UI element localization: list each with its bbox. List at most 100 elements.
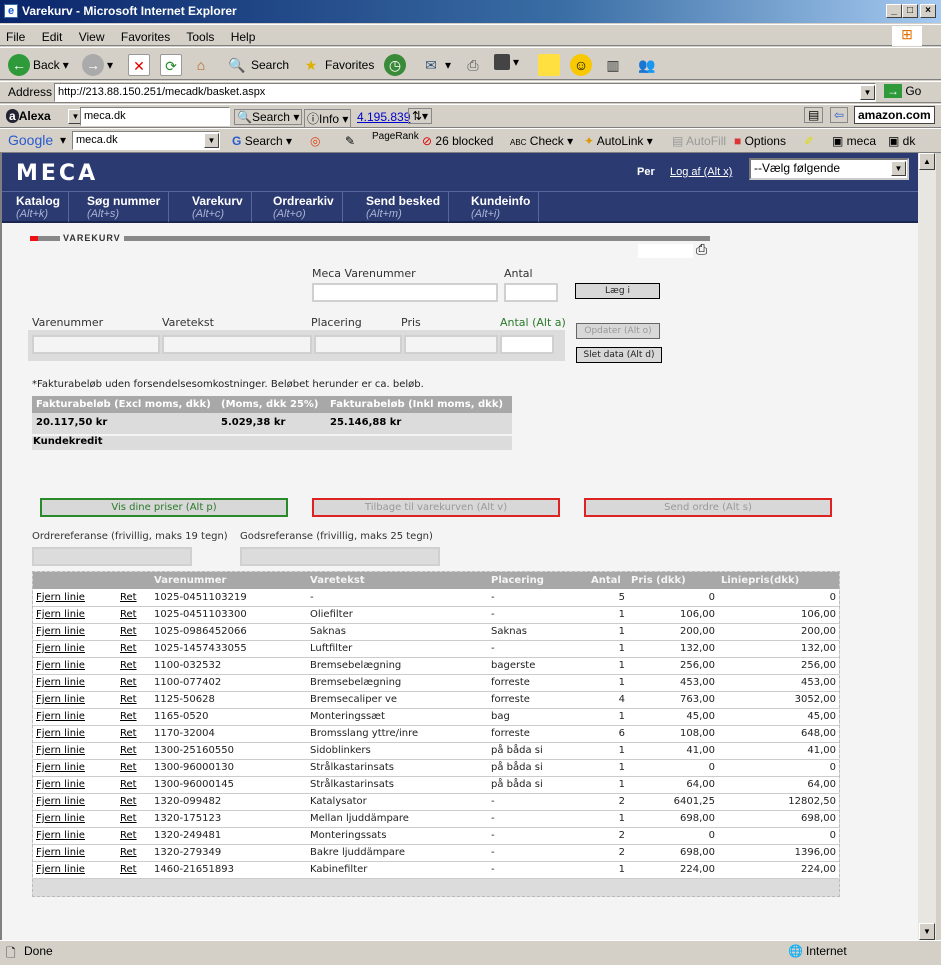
alexa-report-icon[interactable]: ▤ — [804, 107, 824, 123]
edit-line-link[interactable]: Ret — [120, 813, 137, 824]
nav-kundeinfo[interactable]: Kundeinfo (Alt+i) — [463, 192, 540, 222]
show-prices-button[interactable]: Vis dine priser (Alt p) — [40, 498, 288, 517]
address-dropdown[interactable]: ▼ — [860, 85, 875, 100]
menu-edit[interactable]: Edit — [42, 30, 63, 44]
remove-line-link[interactable]: Fjern linie — [36, 694, 85, 705]
alexa-info-button[interactable]: ⓘInfo ▾ — [304, 109, 352, 128]
remove-line-link[interactable]: Fjern linie — [36, 813, 85, 824]
back-button[interactable]: ← Back ▾ — [8, 54, 69, 76]
vertical-scrollbar[interactable]: ▲ ▼ — [918, 153, 936, 940]
amazon-button[interactable]: amazon.com — [854, 106, 935, 124]
delete-data-button[interactable]: Slet data (Alt d) — [576, 347, 662, 363]
google-search-dropdown[interactable]: ▼ — [204, 133, 219, 148]
remove-line-link[interactable]: Fjern linie — [36, 660, 85, 671]
go-button[interactable]: → Go — [884, 84, 921, 98]
edit-varenummer-input[interactable] — [32, 335, 160, 354]
edit-antal-input[interactable] — [500, 335, 554, 354]
history-button[interactable]: ◷ — [384, 54, 406, 76]
edit-line-link[interactable]: Ret — [120, 626, 137, 637]
edit-line-link[interactable]: Ret — [120, 745, 137, 756]
forward-button[interactable]: → ▾ — [82, 54, 113, 76]
remove-line-link[interactable]: Fjern linie — [36, 830, 85, 841]
remove-line-link[interactable]: Fjern linie — [36, 643, 85, 654]
nav-katalog[interactable]: Katalog (Alt+k) — [8, 192, 70, 222]
menu-help[interactable]: Help — [231, 30, 256, 44]
alexa-search-input[interactable]: meca.dk — [80, 107, 230, 126]
google-logo-button[interactable]: Google — [8, 132, 53, 148]
logout-link[interactable]: Log af (Alt x) — [670, 166, 732, 178]
edit-line-link[interactable]: Ret — [120, 677, 137, 688]
edit-line-link[interactable]: Ret — [120, 864, 137, 875]
remove-line-link[interactable]: Fjern linie — [36, 592, 85, 603]
edit-line-link[interactable]: Ret — [120, 779, 137, 790]
send-order-button[interactable]: Send ordre (Alt s) — [584, 498, 832, 517]
search-term-meca[interactable]: ▣ meca — [832, 134, 876, 148]
maximize-button[interactable]: □ — [902, 4, 918, 18]
remove-line-link[interactable]: Fjern linie — [36, 796, 85, 807]
nav-send-besked[interactable]: Send besked (Alt+m) — [358, 192, 450, 222]
menu-file[interactable]: File — [6, 30, 25, 44]
add-antal-input[interactable] — [504, 283, 558, 302]
nav-varekurv[interactable]: Varekurv (Alt+c) — [184, 192, 252, 222]
remove-line-link[interactable]: Fjern linie — [36, 626, 85, 637]
remove-line-link[interactable]: Fjern linie — [36, 711, 85, 722]
google-search-button[interactable]: G Search ▾ — [232, 134, 292, 148]
nav-sog-nummer[interactable]: Søg nummer (Alt+s) — [79, 192, 170, 222]
remove-line-link[interactable]: Fjern linie — [36, 762, 85, 773]
back-to-cart-button[interactable]: Tilbage til varekurven (Alt v) — [312, 498, 560, 517]
update-button[interactable]: Opdater (Alt o) — [576, 323, 660, 339]
google-search-input[interactable]: meca.dk — [72, 131, 220, 150]
menu-tools[interactable]: Tools — [186, 30, 214, 44]
edit-line-link[interactable]: Ret — [120, 796, 137, 807]
messenger-smiley-button[interactable]: ☺ — [570, 54, 592, 76]
scroll-down-arrow-icon[interactable]: ▼ — [919, 923, 935, 940]
add-to-cart-button[interactable]: Læg i — [575, 283, 660, 299]
notes-button[interactable] — [538, 54, 560, 76]
edit-line-link[interactable]: Ret — [120, 762, 137, 773]
alexa-related-button[interactable]: ⇅▾ — [408, 108, 433, 124]
print-button[interactable]: ⎙ — [462, 54, 484, 76]
remove-line-link[interactable]: Fjern linie — [36, 779, 85, 790]
remove-line-link[interactable]: Fjern linie — [36, 728, 85, 739]
remove-line-link[interactable]: Fjern linie — [36, 864, 85, 875]
edit-line-link[interactable]: Ret — [120, 609, 137, 620]
edit-line-link[interactable]: Ret — [120, 711, 137, 722]
remove-line-link[interactable]: Fjern linie — [36, 677, 85, 688]
autolink-button[interactable]: ✦ AutoLink ▾ — [584, 134, 653, 148]
google-news-icon[interactable]: ✎ — [345, 134, 355, 148]
remove-line-link[interactable]: Fjern linie — [36, 745, 85, 756]
research-button[interactable]: ▥ — [602, 54, 624, 76]
action-select[interactable]: --Vælg følgende ▼ — [749, 158, 909, 180]
mail-button[interactable]: ✉ ▾ — [420, 54, 451, 76]
menu-view[interactable]: View — [79, 30, 105, 44]
refresh-button[interactable]: ⟳ — [160, 54, 182, 76]
edit-line-link[interactable]: Ret — [120, 830, 137, 841]
edit-varetekst-input[interactable] — [162, 335, 312, 354]
google-spin-icon[interactable]: ◎ — [310, 134, 320, 148]
search-term-dk[interactable]: ▣ dk — [888, 134, 915, 148]
edit-line-link[interactable]: Ret — [120, 694, 137, 705]
menu-favorites[interactable]: Favorites — [121, 30, 170, 44]
edit-button[interactable]: ▾ — [494, 54, 519, 70]
goods-ref-input[interactable] — [240, 547, 440, 566]
spell-check-button[interactable]: ABC Check ▾ — [510, 134, 573, 148]
remove-line-link[interactable]: Fjern linie — [36, 847, 85, 858]
alexa-button[interactable]: a Alexa — [6, 109, 51, 123]
edit-line-link[interactable]: Ret — [120, 728, 137, 739]
nav-ordrearkiv[interactable]: Ordrearkiv (Alt+o) — [265, 192, 343, 222]
highlighter-icon[interactable]: ✐ — [804, 134, 814, 148]
messenger-button[interactable]: 👥 — [636, 54, 658, 76]
autofill-button[interactable]: ▤ AutoFill — [672, 134, 726, 148]
alexa-search-button[interactable]: 🔍Search ▾ — [234, 109, 303, 125]
popup-blocker-button[interactable]: ⊘ 26 blocked — [422, 134, 493, 148]
edit-line-link[interactable]: Ret — [120, 660, 137, 671]
edit-line-link[interactable]: Ret — [120, 592, 137, 603]
edit-pris-input[interactable] — [404, 335, 498, 354]
edit-line-link[interactable]: Ret — [120, 643, 137, 654]
edit-line-link[interactable]: Ret — [120, 847, 137, 858]
alexa-rank-link[interactable]: 4.195.839 — [357, 110, 410, 124]
printer-icon[interactable]: ⎙ — [696, 241, 707, 258]
minimize-button[interactable]: _ — [886, 4, 902, 18]
meca-varenummer-input[interactable] — [312, 283, 498, 302]
close-button[interactable]: × — [920, 4, 936, 18]
